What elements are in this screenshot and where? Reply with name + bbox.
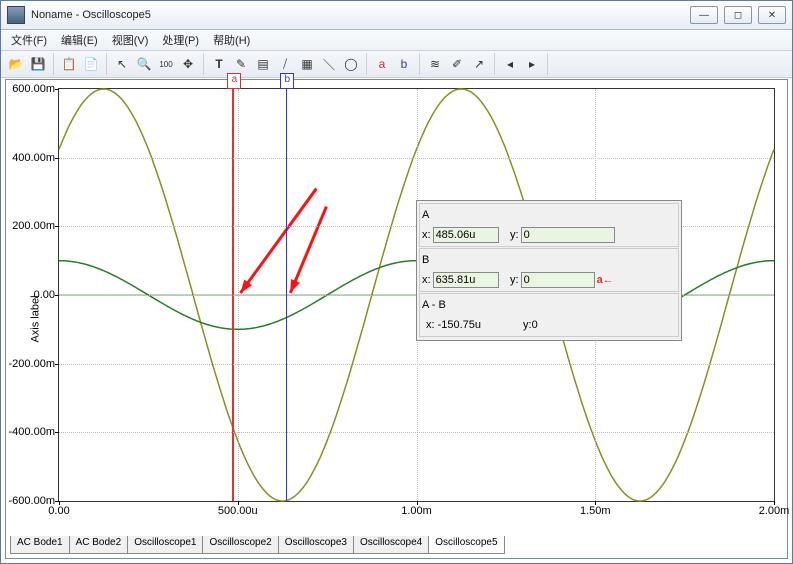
- y-tick-label: 200.00m: [12, 220, 55, 232]
- x-tick-label: 500.00u: [218, 505, 258, 517]
- tabs: AC Bode1 AC Bode2 Oscilloscope1 Oscillos…: [10, 536, 783, 554]
- y-tick-label: -400.00m: [9, 426, 55, 438]
- annotate-icon[interactable]: ✎: [230, 53, 252, 75]
- waves-icon[interactable]: ≋: [424, 53, 446, 75]
- next-icon[interactable]: ▸: [521, 53, 543, 75]
- readout-a-label: A: [422, 209, 676, 221]
- legend-icon[interactable]: ▤: [252, 53, 274, 75]
- readout-a-y-input[interactable]: [521, 227, 615, 243]
- app-icon: [7, 6, 25, 24]
- minimize-button[interactable]: —: [690, 6, 718, 24]
- tab-oscilloscope2[interactable]: Oscilloscope2: [202, 536, 278, 554]
- open-icon[interactable]: 📂: [5, 53, 27, 75]
- readout-b-x-input[interactable]: [433, 272, 499, 288]
- readout-ab-x: x: -150.75u: [426, 319, 481, 331]
- menubar: 文件(F) 编辑(E) 视图(V) 处理(P) 帮助(H): [1, 30, 792, 51]
- menu-edit[interactable]: 编辑(E): [55, 30, 104, 50]
- edit-wave-icon[interactable]: ✐: [446, 53, 468, 75]
- x-tick-label: 0.00: [48, 505, 69, 517]
- tab-oscilloscope4[interactable]: Oscilloscope4: [353, 536, 429, 554]
- y-tick-label: -200.00m: [9, 358, 55, 370]
- line-icon[interactable]: ＼: [318, 53, 340, 75]
- slope-icon[interactable]: ⧸: [274, 53, 296, 75]
- prev-icon[interactable]: ◂: [499, 53, 521, 75]
- readout-a-y-label: y:: [501, 229, 519, 241]
- readout-ab-y: y:0: [523, 319, 538, 331]
- tab-oscilloscope3[interactable]: Oscilloscope3: [278, 536, 354, 554]
- y-axis-label: Axis label: [30, 295, 42, 342]
- readout-b-y-label: y:: [501, 274, 519, 286]
- save-icon[interactable]: 💾: [27, 53, 49, 75]
- window-title: Noname - Oscilloscope5: [31, 9, 690, 21]
- zoom-100-icon[interactable]: 100: [155, 53, 177, 75]
- content: Axis label a b -600.00m-400.00m-200.00m0…: [5, 79, 788, 559]
- cursor-b-icon[interactable]: b: [393, 53, 415, 75]
- readout-ab-label: A - B: [422, 299, 676, 311]
- x-tick-label: 1.00m: [401, 505, 432, 517]
- readout-b-y-input[interactable]: [521, 272, 595, 288]
- cursor-readout-panel[interactable]: A x: y: B x: y: a←: [416, 200, 682, 341]
- maximize-button[interactable]: ◻: [724, 6, 752, 24]
- toolbar: 📂 💾 📋 📄 ↖ 🔍 100 ✥ T ✎ ▤ ⧸ ▦ ＼ ◯ a b ≋: [1, 51, 792, 78]
- vector-icon[interactable]: ↗: [468, 53, 490, 75]
- paste-icon[interactable]: 📄: [80, 53, 102, 75]
- y-tick-label: 400.00m: [12, 152, 55, 164]
- tab-ac-bode2[interactable]: AC Bode2: [69, 536, 129, 554]
- x-tick-label: 1.50m: [580, 505, 611, 517]
- readout-b-label: B: [422, 254, 676, 266]
- tab-oscilloscope1[interactable]: Oscilloscope1: [127, 536, 203, 554]
- grid-icon[interactable]: ▦: [296, 53, 318, 75]
- zoom-in-icon[interactable]: 🔍: [133, 53, 155, 75]
- close-button[interactable]: ✕: [758, 6, 786, 24]
- cursor-a-icon[interactable]: a: [371, 53, 393, 75]
- pointer-icon[interactable]: ↖: [111, 53, 133, 75]
- text-icon[interactable]: T: [208, 53, 230, 75]
- menu-view[interactable]: 视图(V): [106, 30, 155, 50]
- cursor-a-goto-button[interactable]: a←: [597, 274, 614, 286]
- menu-file[interactable]: 文件(F): [5, 30, 53, 50]
- app-window: Noname - Oscilloscope5 — ◻ ✕ 文件(F) 编辑(E)…: [0, 0, 793, 564]
- cursor-a-label: a: [227, 73, 241, 89]
- readout-a-x-input[interactable]: [433, 227, 499, 243]
- circle-icon[interactable]: ◯: [340, 53, 362, 75]
- readout-b-x-label: x:: [422, 274, 431, 286]
- readout-a-x-label: x:: [422, 229, 431, 241]
- pan-icon[interactable]: ✥: [177, 53, 199, 75]
- cursor-b-label: b: [280, 73, 294, 89]
- y-tick-label: 600.00m: [12, 83, 55, 95]
- tab-oscilloscope5[interactable]: Oscilloscope5: [428, 536, 504, 554]
- tab-ac-bode1[interactable]: AC Bode1: [10, 536, 70, 554]
- copy-icon[interactable]: 📋: [58, 53, 80, 75]
- menu-process[interactable]: 处理(P): [156, 30, 205, 50]
- x-tick-label: 2.00m: [759, 505, 790, 517]
- y-tick-label: 0.00: [34, 289, 55, 301]
- menu-help[interactable]: 帮助(H): [207, 30, 256, 50]
- titlebar: Noname - Oscilloscope5 — ◻ ✕: [1, 1, 792, 30]
